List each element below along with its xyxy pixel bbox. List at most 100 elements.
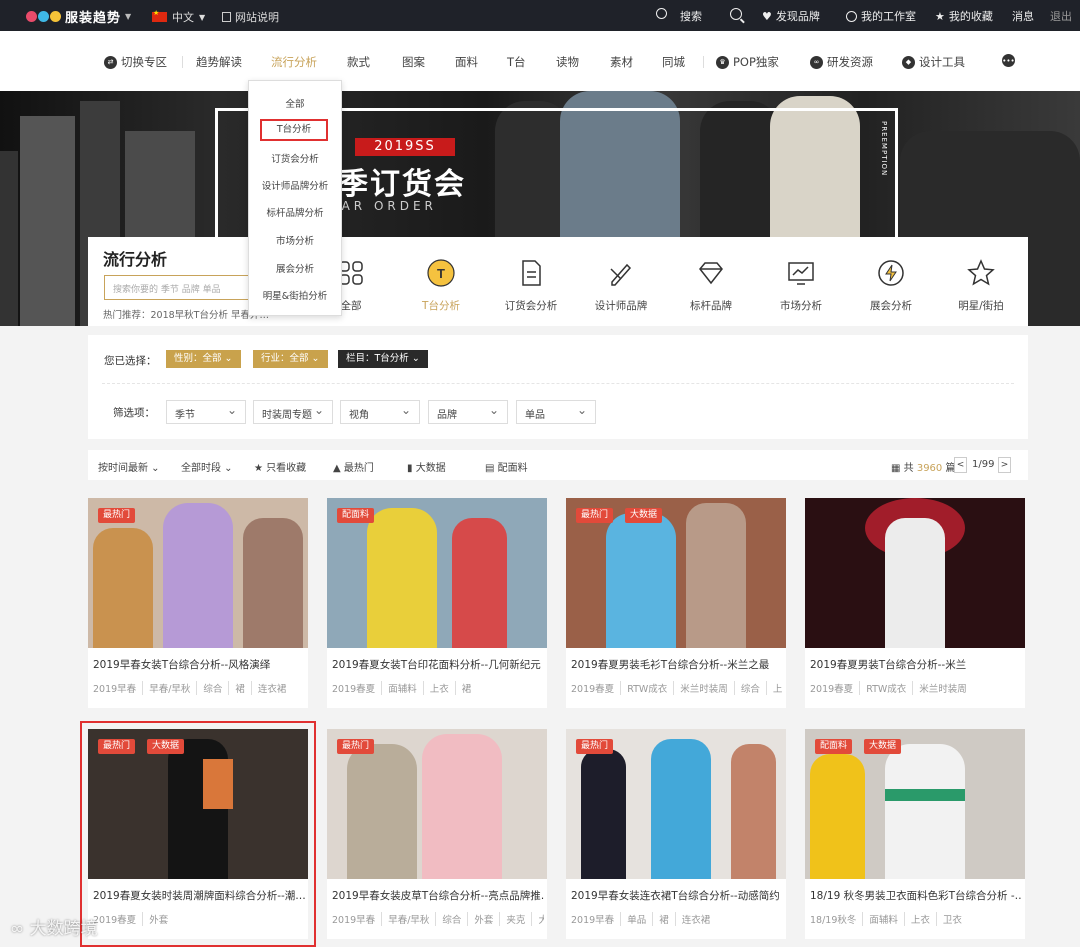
filter-chip-column[interactable]: 栏目：T台分析 ⌄ — [338, 350, 428, 368]
nav-switch-zone[interactable]: ⇄ 切换专区 — [104, 54, 167, 70]
hot-search[interactable]: 热门推荐：2018早秋T台分析 早春外… — [103, 307, 269, 321]
category-benchmark-brand[interactable]: 标杆品牌 — [666, 259, 756, 313]
tag[interactable]: 综合 — [733, 681, 766, 695]
tag[interactable]: 夹克 — [499, 912, 531, 926]
dropdown-item-exhibition[interactable]: 展会分析 — [249, 261, 341, 275]
nav-reading[interactable]: 读物 — [556, 54, 579, 70]
dropdown-item-benchmark-brand[interactable]: 标杆品牌分析 — [249, 205, 341, 219]
tag[interactable]: 外套 — [142, 912, 174, 926]
hottest-filter[interactable]: ▲ 最热门 — [333, 459, 374, 474]
tag[interactable]: 米兰时装周 — [673, 681, 734, 695]
filter-chip-industry[interactable]: 行业：全部 ⌄ — [253, 350, 328, 368]
nav-trend[interactable]: 趋势解读 — [196, 54, 242, 70]
tag[interactable]: 米兰时装周 — [912, 681, 973, 695]
article-card[interactable]: 配面料 大数据 18/19 秋冬男装卫衣面料色彩T台综合分析 -… 18/19秋… — [805, 729, 1025, 939]
article-title[interactable]: 2019早春女装T台综合分析--风格演绎 — [93, 657, 305, 672]
dropdown-item-order-fair[interactable]: 订货会分析 — [249, 151, 341, 165]
workspace-link[interactable]: 我的工作室 — [846, 8, 916, 24]
filter-chip-gender[interactable]: 性别：全部 ⌄ — [166, 350, 241, 368]
nav-fabric[interactable]: 面料 — [455, 54, 478, 70]
select-item[interactable]: 单品 — [516, 400, 596, 424]
tag[interactable]: 2019春夏 — [810, 681, 859, 695]
dropdown-item-all[interactable]: 全部 — [249, 96, 341, 110]
article-thumbnail[interactable] — [805, 498, 1025, 648]
article-title[interactable]: 2019春夏男装毛衫T台综合分析--米兰之最 — [571, 657, 783, 672]
article-card[interactable]: 最热门 大数据 2019春夏男装毛衫T台综合分析--米兰之最 2019春夏 RTW… — [566, 498, 786, 708]
search-icon[interactable] — [730, 8, 742, 20]
select-season[interactable]: 季节 — [166, 400, 246, 424]
article-card-highlighted[interactable]: 最热门 大数据 2019春夏女装时装周潮牌面料综合分析--潮… 2019春夏 外套 — [80, 721, 316, 947]
tag[interactable]: 裙 — [454, 681, 478, 695]
nav-pop-exclusive[interactable]: ♛ POP独家 — [716, 54, 779, 70]
article-card[interactable]: 2019春夏男装T台综合分析--米兰 2019春夏 RTW成衣 米兰时装周 — [805, 498, 1025, 708]
tag[interactable]: 外套 — [467, 912, 499, 926]
category-runway[interactable]: T T台分析 — [396, 259, 486, 313]
language-selector[interactable]: 中文 ▼ — [152, 9, 205, 25]
period-select[interactable]: 全部时段 ⌄ — [181, 459, 233, 474]
tag[interactable]: 上衣 — [903, 912, 936, 926]
tag[interactable]: 连衣裙 — [674, 912, 717, 926]
bigdata-filter[interactable]: ▮ 大数据 — [407, 459, 446, 474]
article-title[interactable]: 2019春夏男装T台综合分析--米兰 — [810, 657, 1022, 672]
tag[interactable]: 2019早春 — [93, 681, 142, 695]
nav-style[interactable]: 款式 — [347, 54, 370, 70]
tag[interactable]: 连衣裙 — [250, 681, 293, 695]
only-favorites-toggle[interactable]: ★ 只看收藏 — [254, 459, 306, 474]
tag[interactable]: 上 — [765, 681, 783, 695]
sort-latest[interactable]: 按时间最新 ⌄ — [98, 459, 160, 474]
article-title[interactable]: 2019春夏女装T台印花面料分析--几何新纪元 — [332, 657, 544, 672]
category-celebrity[interactable]: 明星/街拍 — [936, 259, 1026, 313]
nav-runway[interactable]: T台 — [507, 54, 526, 70]
tag[interactable]: RTW成衣 — [859, 681, 912, 695]
article-card[interactable]: 最热门 2019早春女装T台综合分析--风格演绎 2019早春 早春/早秋 综合裙连… — [88, 498, 308, 708]
select-fashion-week[interactable]: 时装周专题 — [253, 400, 333, 424]
tag[interactable]: 2019春夏 — [571, 681, 620, 695]
nav-rd-resources[interactable]: ∞ 研发资源 — [810, 54, 873, 70]
logout-link[interactable]: 退出 — [1050, 8, 1072, 24]
tag[interactable]: 2019早春 — [332, 912, 381, 926]
article-card[interactable]: 配面料 2019春夏女装T台印花面料分析--几何新纪元 2019春夏 面辅料 上衣裙 — [327, 498, 547, 708]
article-title[interactable]: 2019春夏女装时装周潮牌面料综合分析--潮… — [93, 888, 305, 903]
tag[interactable]: 综合 — [435, 912, 467, 926]
prev-page-button[interactable]: < — [954, 457, 967, 473]
category-designer-brand[interactable]: 设计师品牌 — [576, 259, 666, 313]
tag[interactable]: 面辅料 — [381, 681, 423, 695]
more-icon[interactable]: ••• — [1002, 54, 1015, 67]
category-market[interactable]: 市场分析 — [756, 259, 846, 313]
headset-icon[interactable] — [656, 8, 667, 19]
messages-link[interactable]: 消息 — [1012, 8, 1034, 24]
dropdown-item-market[interactable]: 市场分析 — [249, 233, 341, 247]
tag[interactable]: 2019春夏 — [93, 912, 142, 926]
nav-design-tools[interactable]: ◆ 设计工具 — [902, 54, 965, 70]
tag[interactable]: 18/19秋冬 — [810, 912, 862, 926]
nav-popular-analysis[interactable]: 流行分析 — [271, 54, 317, 70]
tag[interactable]: RTW成衣 — [620, 681, 673, 695]
article-card[interactable]: 最热门 2019早春女装连衣裙T台综合分析--动感简约 2019早春 单品裙连衣裙 — [566, 729, 786, 939]
tag[interactable]: 2019早春 — [571, 912, 620, 926]
tag[interactable]: 综合 — [196, 681, 228, 695]
article-title[interactable]: 2019早春女装连衣裙T台综合分析--动感简约 — [571, 888, 783, 903]
analysis-search-input[interactable]: 搜索你要的 季节 品牌 单品 — [104, 275, 254, 300]
select-brand[interactable]: 品牌 — [428, 400, 508, 424]
article-title[interactable]: 18/19 秋冬男装卫衣面料色彩T台综合分析 -… — [810, 888, 1022, 903]
category-exhibition[interactable]: 展会分析 — [846, 259, 936, 313]
tag[interactable]: 裙 — [228, 681, 251, 695]
discover-brand-link[interactable]: ♥ 发现品牌 — [762, 8, 820, 24]
dropdown-item-celebrity[interactable]: 明星&街拍分析 — [249, 288, 341, 302]
article-card[interactable]: 最热门 2019早春女装皮草T台综合分析--亮点品牌推… 2019早春 早春/早秋… — [327, 729, 547, 939]
tag[interactable]: 面辅料 — [862, 912, 904, 926]
nav-local[interactable]: 同城 — [662, 54, 685, 70]
site-help-link[interactable]: 网站说明 — [222, 9, 279, 25]
favorites-link[interactable]: ★ 我的收藏 — [935, 8, 993, 24]
article-title[interactable]: 2019早春女装皮草T台综合分析--亮点品牌推… — [332, 888, 544, 903]
nav-material[interactable]: 素材 — [610, 54, 633, 70]
tag[interactable]: 2019春夏 — [332, 681, 381, 695]
next-page-button[interactable]: > — [998, 457, 1011, 473]
select-view[interactable]: 视角 — [340, 400, 420, 424]
tag[interactable]: 单品 — [620, 912, 652, 926]
fabric-filter[interactable]: ▤ 配面料 — [485, 459, 528, 474]
tag[interactable]: 上衣 — [422, 681, 455, 695]
tag[interactable]: 大 — [531, 912, 544, 926]
tag[interactable]: 卫衣 — [935, 912, 968, 926]
dropdown-item-runway[interactable]: T台分析 — [260, 119, 328, 141]
